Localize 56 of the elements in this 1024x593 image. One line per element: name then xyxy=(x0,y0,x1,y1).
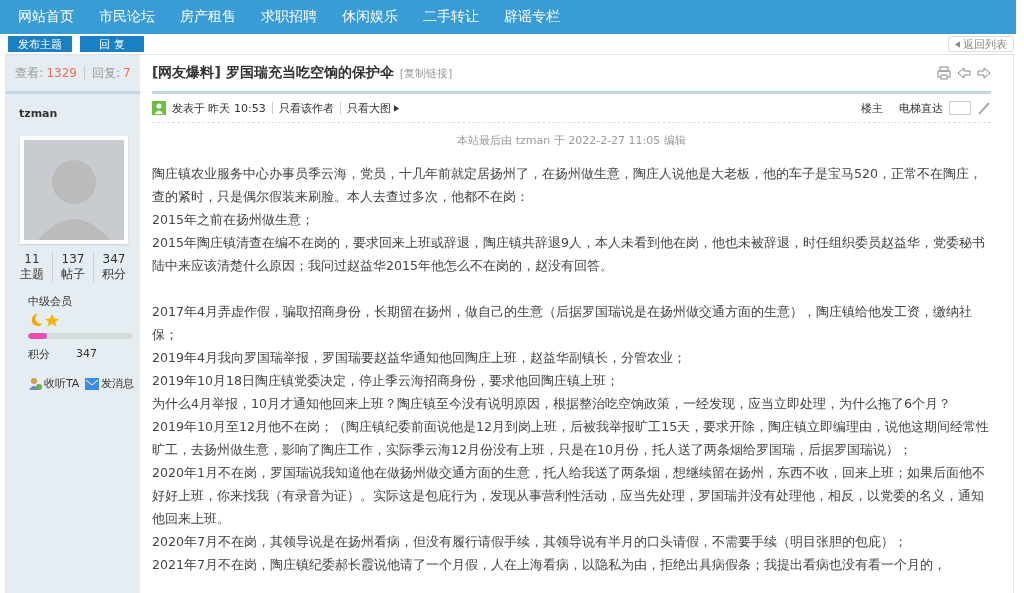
rank-icon xyxy=(30,313,60,327)
stat-label: 主题 xyxy=(20,267,44,282)
nav-link[interactable]: 房产租售 xyxy=(180,8,261,26)
nav-link[interactable]: 休闲娱乐 xyxy=(342,8,423,26)
follow-link[interactable]: 收听TA xyxy=(28,376,80,391)
new-thread-button[interactable]: 发布主题 xyxy=(8,36,72,52)
post-paragraph: 2019年10月至12月他不在岗；（陶庄镇纪委前面说他是12月到岗上班，后被我举报旷工15天，要求开除，陶庄镇立即编理由，说他这期间经常性旷工，去扬州做生意，影响了陶庄工作，实际季云海12月份没有上班，只是在10月份，托人送了两条烟给罗国瑞，后据罗国瑞说）； xyxy=(152,418,991,459)
jump-label: 电梯直达 xyxy=(899,100,943,116)
stat-value: 11 xyxy=(24,252,40,267)
stat-label: 帖子 xyxy=(61,267,85,282)
post-paragraph: 陶庄镇农业服务中心办事员季云海，党员，十几年前就定居扬州了，在扬州做生意，陶庄人说他是大老板，他的车子是宝马520，正常不在陶庄，查的紧时，只是偶尔假装来刷脸。本人去查过多次，他都不在岗： xyxy=(152,165,984,206)
replies-label: 回复: xyxy=(91,64,120,82)
nav-link[interactable]: 网站首页 xyxy=(18,8,99,26)
print-icon[interactable] xyxy=(937,66,951,80)
post-paragraph: 为什么4月举报，10月才通知他回来上班？陶庄镇至今没有说明原因，根据整治吃空饷政策，一经发现，应当立即处理，为什么拖了6个月？ xyxy=(152,395,953,413)
nav-link[interactable]: 求职招聘 xyxy=(261,8,342,26)
post-paragraph: 2019年4月我向罗国瑞举报，罗国瑞要赵益华通知他回陶庄上班，赵益华副镇长，分管农业； xyxy=(152,349,688,367)
replies-count: 7 xyxy=(123,66,131,80)
edit-note: 本站最后由 tzman 于 2022-2-27 11:05 编辑 xyxy=(456,133,687,148)
nav-link[interactable]: 二手转让 xyxy=(423,8,504,26)
post-paragraph: 2019年10月18日陶庄镇党委决定，停止季云海招商身份，要求他回陶庄镇上班； xyxy=(152,372,621,390)
previous-arrow-icon[interactable] xyxy=(957,66,971,80)
pen-icon[interactable] xyxy=(977,101,991,115)
back-to-list-button[interactable]: 返回列表 xyxy=(947,36,1014,52)
views-label: 查看: xyxy=(15,64,44,82)
post-paragraph: 2015年之前在扬州做生意； xyxy=(152,211,316,229)
points-label: 积分 xyxy=(28,347,50,362)
thread-title: [网友爆料] 罗国瑞充当吃空饷的保护伞 xyxy=(152,64,394,82)
user-icon xyxy=(28,376,42,391)
post-paragraph: 2017年4月弄虚作假，骗取招商身份，长期留在扬州，做自己的生意（后据罗国瑞说是在扬州做交通方面的生意），陶庄镇给他发工资，缴纳社保； xyxy=(152,303,974,344)
floor-input[interactable] xyxy=(949,101,971,115)
right-triangle-icon xyxy=(394,104,400,112)
stat-value: 137 xyxy=(61,252,85,267)
post-time: 发表于 昨天 10:53 xyxy=(172,100,266,116)
envelope-icon xyxy=(85,377,100,390)
author-only-link[interactable]: 只看该作者 xyxy=(278,100,334,116)
post-paragraph: 2020年7月不在岗，其领导说是在扬州看病，但没有履行请假手续，其领导说有半月的口头请假，不需要手续（明目张胆的包庇）； xyxy=(152,533,909,551)
images-only-link[interactable]: 只看大图 xyxy=(346,100,400,116)
left-triangle-icon xyxy=(954,41,960,48)
post-paragraph: 2015年陶庄镇清查在编不在岗的，要求回来上班或辞退，陶庄镇共辞退9人，本人未看到他在岗，他也未被辞退，时任组织委员赵益华，党委秘书陆中来应该清楚什么原因；我问过赵益华2015年他怎么不在岗的，赵没有回答。 xyxy=(152,234,987,275)
post-paragraph: 2021年7月不在岗，陶庄镇纪委郝长霞说他请了一个月假，人在上海看病，以隐私为由，拒绝出具病假条；我提出看病也没有看一个月的， xyxy=(152,556,948,574)
stat-label: 积分 xyxy=(102,267,126,282)
floor-label: 楼主 xyxy=(861,100,883,116)
username-link[interactable]: tzman xyxy=(19,107,140,120)
member-rank: 中级会员 xyxy=(28,294,73,309)
stat-value: 347 xyxy=(102,252,126,267)
message-link[interactable]: 发消息 xyxy=(85,376,135,391)
user-icon xyxy=(152,101,166,115)
reply-button[interactable]: 回 复 xyxy=(80,36,144,52)
points-value: 347 xyxy=(76,347,97,362)
views-count: 1329 xyxy=(46,66,77,80)
post-paragraph: 2020年1月不在岗，罗国瑞说我知道他在做扬州做交通方面的生意，托人给我送了两条烟，想继续留在扬州，东西不收，回来上班；如果后面他不好好上班，你来找我（有录音为证）。实际这是包庇行为，发现从事营利性活动，应当先处理，罗国瑞并没有处理他，相反，以党委的名义，通知他回来上班。 xyxy=(152,464,987,528)
copy-link[interactable]: [复制链接] xyxy=(399,65,453,81)
next-arrow-icon[interactable] xyxy=(977,66,991,80)
nav-link[interactable]: 市民论坛 xyxy=(99,8,180,26)
nav-link[interactable]: 辟谣专栏 xyxy=(504,8,585,26)
